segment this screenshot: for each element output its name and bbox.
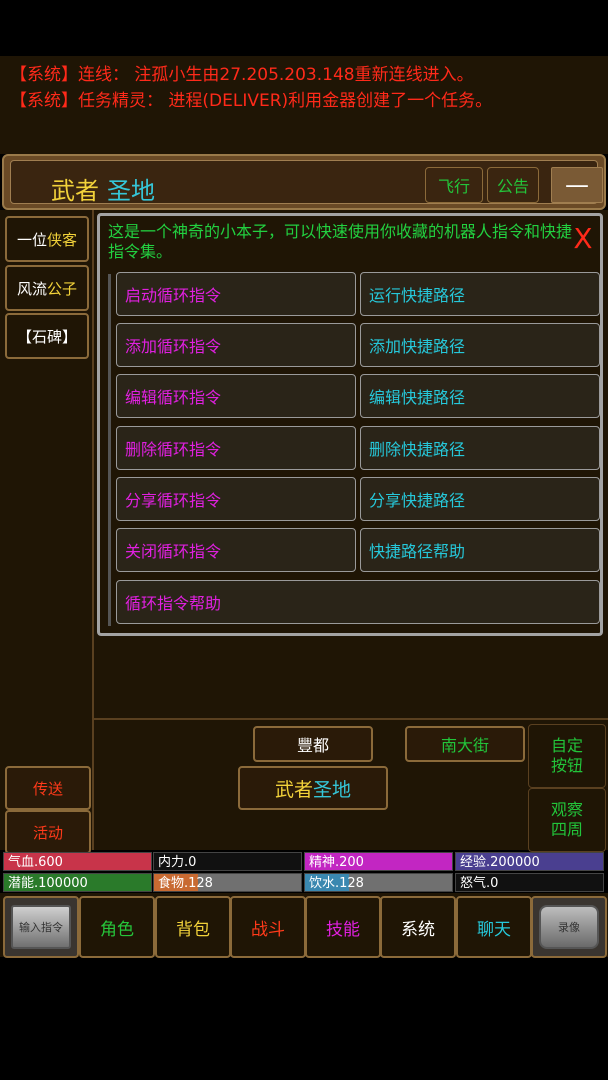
run-shortcut-path-button[interactable]: 运行快捷路径 bbox=[360, 272, 600, 316]
edit-shortcut-path-button[interactable]: 编辑快捷路径 bbox=[360, 374, 600, 418]
stat-label: 经验.200000 bbox=[460, 855, 540, 870]
add-loop-command-button[interactable]: 添加循环指令 bbox=[116, 323, 356, 367]
stat-bar: 精神.200 bbox=[304, 852, 453, 871]
delete-shortcut-path-button[interactable]: 删除快捷路径 bbox=[360, 426, 600, 470]
delete-loop-command-button[interactable]: 删除循环指令 bbox=[116, 426, 356, 470]
loop-command-help-button[interactable]: 循环指令帮助 bbox=[116, 580, 600, 624]
stat-bar: 潜能.100000 bbox=[3, 873, 152, 892]
chat-button[interactable]: 聊天 bbox=[456, 896, 532, 958]
minimize-button[interactable]: — bbox=[551, 167, 603, 203]
activity-button[interactable]: 活动 bbox=[5, 810, 91, 854]
log-line: 【系统】任务精灵： 进程(DELIVER)利用金器创建了一个任务。 bbox=[10, 91, 493, 111]
stat-label: 气血.600 bbox=[8, 855, 63, 870]
current-location-button[interactable]: 武者 圣地 bbox=[238, 766, 388, 810]
room-title-panel: 武者 圣地 飞行 公告 — bbox=[10, 160, 603, 205]
record-label: 录像 bbox=[539, 905, 599, 949]
stele-button[interactable]: 【石碑】 bbox=[5, 313, 89, 359]
stat-bar: 经验.200000 bbox=[455, 852, 604, 871]
stat-remainder bbox=[349, 874, 452, 891]
stat-label: 精神.200 bbox=[309, 855, 364, 870]
exit-north-button[interactable]: 豐都 bbox=[253, 726, 373, 762]
close-icon[interactable]: X bbox=[566, 222, 600, 256]
share-shortcut-path-button[interactable]: 分享快捷路径 bbox=[360, 477, 600, 521]
stat-bar: 内力.0 bbox=[153, 852, 302, 871]
battle-button[interactable]: 战斗 bbox=[230, 896, 306, 958]
stat-bar: 食物.128 bbox=[153, 873, 302, 892]
stat-label: 内力.0 bbox=[158, 855, 197, 870]
log-line: 【系统】连线： 注孤小生由27.205.203.148重新连线进入。 bbox=[10, 65, 474, 85]
divider bbox=[92, 718, 608, 720]
room-title-bar: 武者 圣地 飞行 公告 — bbox=[2, 154, 606, 210]
bag-button[interactable]: 背包 bbox=[155, 896, 231, 958]
shortcut-path-help-button[interactable]: 快捷路径帮助 bbox=[360, 528, 600, 572]
custom-button[interactable]: 自定 按钮 bbox=[528, 724, 606, 788]
notice-button[interactable]: 公告 bbox=[487, 167, 539, 203]
system-button[interactable]: 系统 bbox=[380, 896, 456, 958]
add-shortcut-path-button[interactable]: 添加快捷路径 bbox=[360, 323, 600, 367]
skills-button[interactable]: 技能 bbox=[305, 896, 381, 958]
dialog-scroll-bar bbox=[108, 274, 111, 626]
stat-label: 潜能.100000 bbox=[8, 876, 88, 891]
stat-label: 怒气.0 bbox=[460, 876, 499, 891]
stat-label: 饮水.128 bbox=[309, 876, 364, 891]
room-title-left: 武者 bbox=[51, 177, 99, 205]
stat-bar: 饮水.128 bbox=[304, 873, 453, 892]
close-loop-command-button[interactable]: 关闭循环指令 bbox=[116, 528, 356, 572]
record-button[interactable]: 录像 bbox=[531, 896, 607, 958]
start-loop-command-button[interactable]: 启动循环指令 bbox=[116, 272, 356, 316]
share-loop-command-button[interactable]: 分享循环指令 bbox=[116, 477, 356, 521]
teleport-button[interactable]: 传送 bbox=[5, 766, 91, 810]
stat-label: 食物.128 bbox=[158, 876, 213, 891]
divider bbox=[92, 210, 94, 850]
dialog-message: 这是一个神奇的小本子，可以快速使用你收藏的机器人指令和快捷指令集。 bbox=[108, 222, 573, 261]
stat-bar: 怒气.0 bbox=[455, 873, 604, 892]
message-log: 【系统】连线： 注孤小生由27.205.203.148重新连线进入。 【系统】任… bbox=[0, 56, 608, 154]
input-command-label: 输入指令 bbox=[11, 905, 71, 949]
stat-bar: 气血.600 bbox=[3, 852, 152, 871]
npc-button[interactable]: 一位 侠客 bbox=[5, 216, 89, 262]
input-command-button[interactable]: 输入指令 bbox=[3, 896, 79, 958]
command-notebook-dialog: 这是一个神奇的小本子，可以快速使用你收藏的机器人指令和快捷指令集。 X 启动循环… bbox=[97, 213, 603, 636]
fly-button[interactable]: 飞行 bbox=[425, 167, 483, 203]
npc-button[interactable]: 风流 公子 bbox=[5, 265, 89, 311]
exit-east-button[interactable]: 南大街 bbox=[405, 726, 525, 762]
observe-button[interactable]: 观察 四周 bbox=[528, 788, 606, 852]
character-button[interactable]: 角色 bbox=[79, 896, 155, 958]
edit-loop-command-button[interactable]: 编辑循环指令 bbox=[116, 374, 356, 418]
stat-remainder bbox=[198, 874, 301, 891]
room-title-right: 圣地 bbox=[107, 177, 155, 205]
